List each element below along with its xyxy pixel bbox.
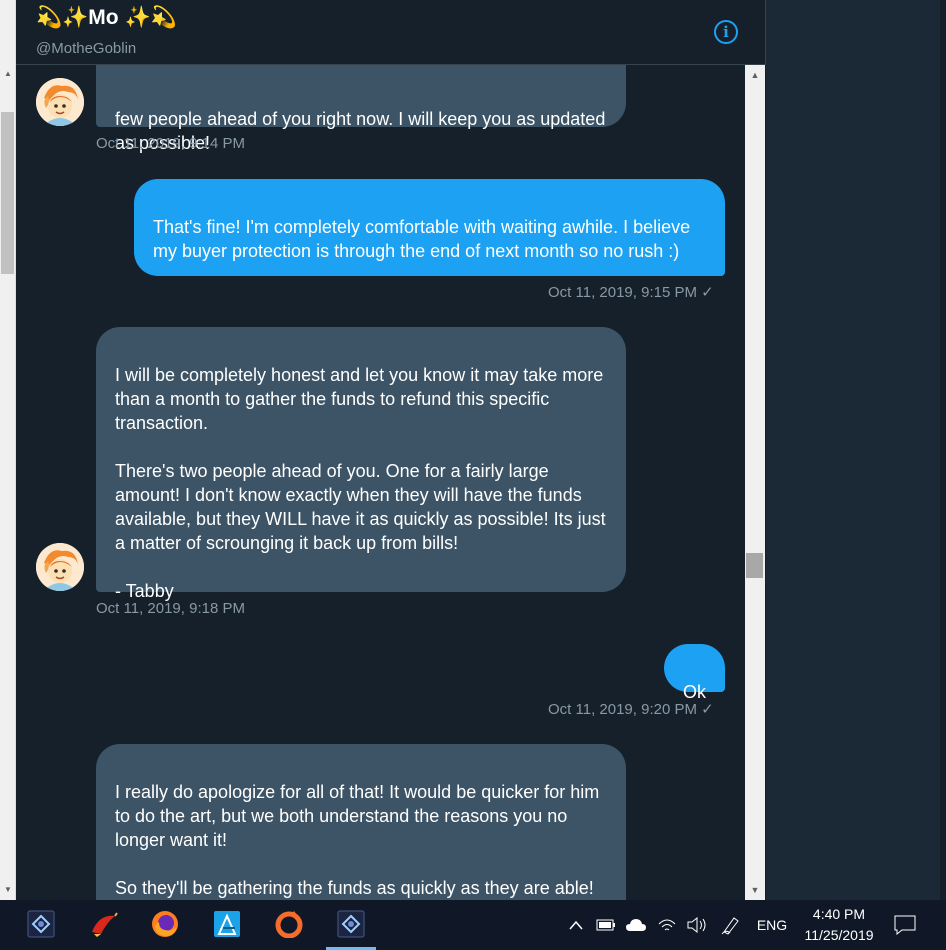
avatar[interactable] [36, 543, 84, 591]
message-text: Ok [682, 682, 706, 702]
outer-scrollbar[interactable]: ▲ ▼ [0, 0, 16, 900]
received-message: I will be completely honest and let you … [96, 327, 626, 601]
affinity-designer-icon[interactable] [202, 900, 252, 950]
cloud-icon[interactable] [624, 900, 648, 950]
windows-taskbar: ENG 4:40 PM 11/25/2019 [0, 900, 946, 950]
scroll-up-arrow-icon[interactable]: ▲ [0, 66, 16, 82]
avatar[interactable] [36, 78, 84, 126]
affinity-photo-icon[interactable] [16, 900, 66, 950]
message-text: I really do apologize for all of that! I… [115, 782, 600, 898]
wifi-icon[interactable] [655, 900, 679, 950]
battery-icon[interactable] [594, 900, 618, 950]
conversation-scroll-thumb[interactable] [746, 553, 763, 578]
origin-icon[interactable] [264, 900, 314, 950]
pen-icon[interactable] [718, 900, 744, 950]
sent-message: That's fine! I'm completely comfortable … [134, 179, 725, 276]
volume-icon[interactable] [684, 900, 710, 950]
message-timestamp: Oct 11, 2019, 9:14 PM [96, 135, 245, 152]
read-check-icon: ✓ [701, 284, 714, 301]
chevron-up-icon[interactable] [564, 900, 588, 950]
user-handle[interactable]: @MotheGoblin [36, 40, 136, 57]
conversation-header: 💫✨Mo ✨💫 @MotheGoblin i [16, 0, 766, 65]
scroll-down-arrow-icon[interactable]: ▼ [745, 882, 765, 898]
clock-date: 11/25/2019 [804, 927, 874, 943]
message-timestamp: Oct 11, 2019, 9:20 PM ✓ [548, 701, 714, 718]
message-text: That's fine! I'm completely comfortable … [153, 217, 691, 261]
conversation-scrollbar[interactable]: ▲ ▼ [745, 65, 765, 900]
paint-brush-app-icon[interactable] [78, 900, 128, 950]
read-check-icon: ✓ [701, 701, 714, 718]
language-indicator[interactable]: ENG [752, 900, 792, 950]
message-text: I will be completely honest and let you … [115, 365, 606, 601]
message-timestamp: Oct 11, 2019, 9:15 PM ✓ [548, 284, 714, 301]
display-name: 💫✨Mo ✨💫 [36, 6, 177, 29]
firefox-icon[interactable] [140, 900, 190, 950]
received-message: I really do apologize for all of that! I… [96, 744, 626, 900]
sent-message: Ok [664, 644, 725, 702]
scroll-up-arrow-icon[interactable]: ▲ [745, 67, 765, 83]
clock-time: 4:40 PM [812, 906, 866, 922]
message-timestamp: Oct 11, 2019, 9:18 PM [96, 600, 245, 617]
notifications-icon[interactable] [890, 900, 920, 950]
right-panel [766, 0, 946, 900]
message-list: ... few people ahead of you right now. I… [16, 65, 745, 900]
app-window: ▲ ▼ 💫✨Mo ✨💫 @MotheGoblin i ... few peopl… [0, 0, 946, 950]
info-icon[interactable]: i [714, 20, 738, 44]
affinity-photo-icon[interactable] [326, 900, 376, 950]
clock[interactable]: 4:40 PM 11/25/2019 [794, 904, 884, 946]
scroll-down-arrow-icon[interactable]: ▼ [0, 882, 16, 898]
outer-scroll-thumb[interactable] [1, 112, 14, 274]
received-message: ... few people ahead of you right now. I… [96, 65, 626, 153]
